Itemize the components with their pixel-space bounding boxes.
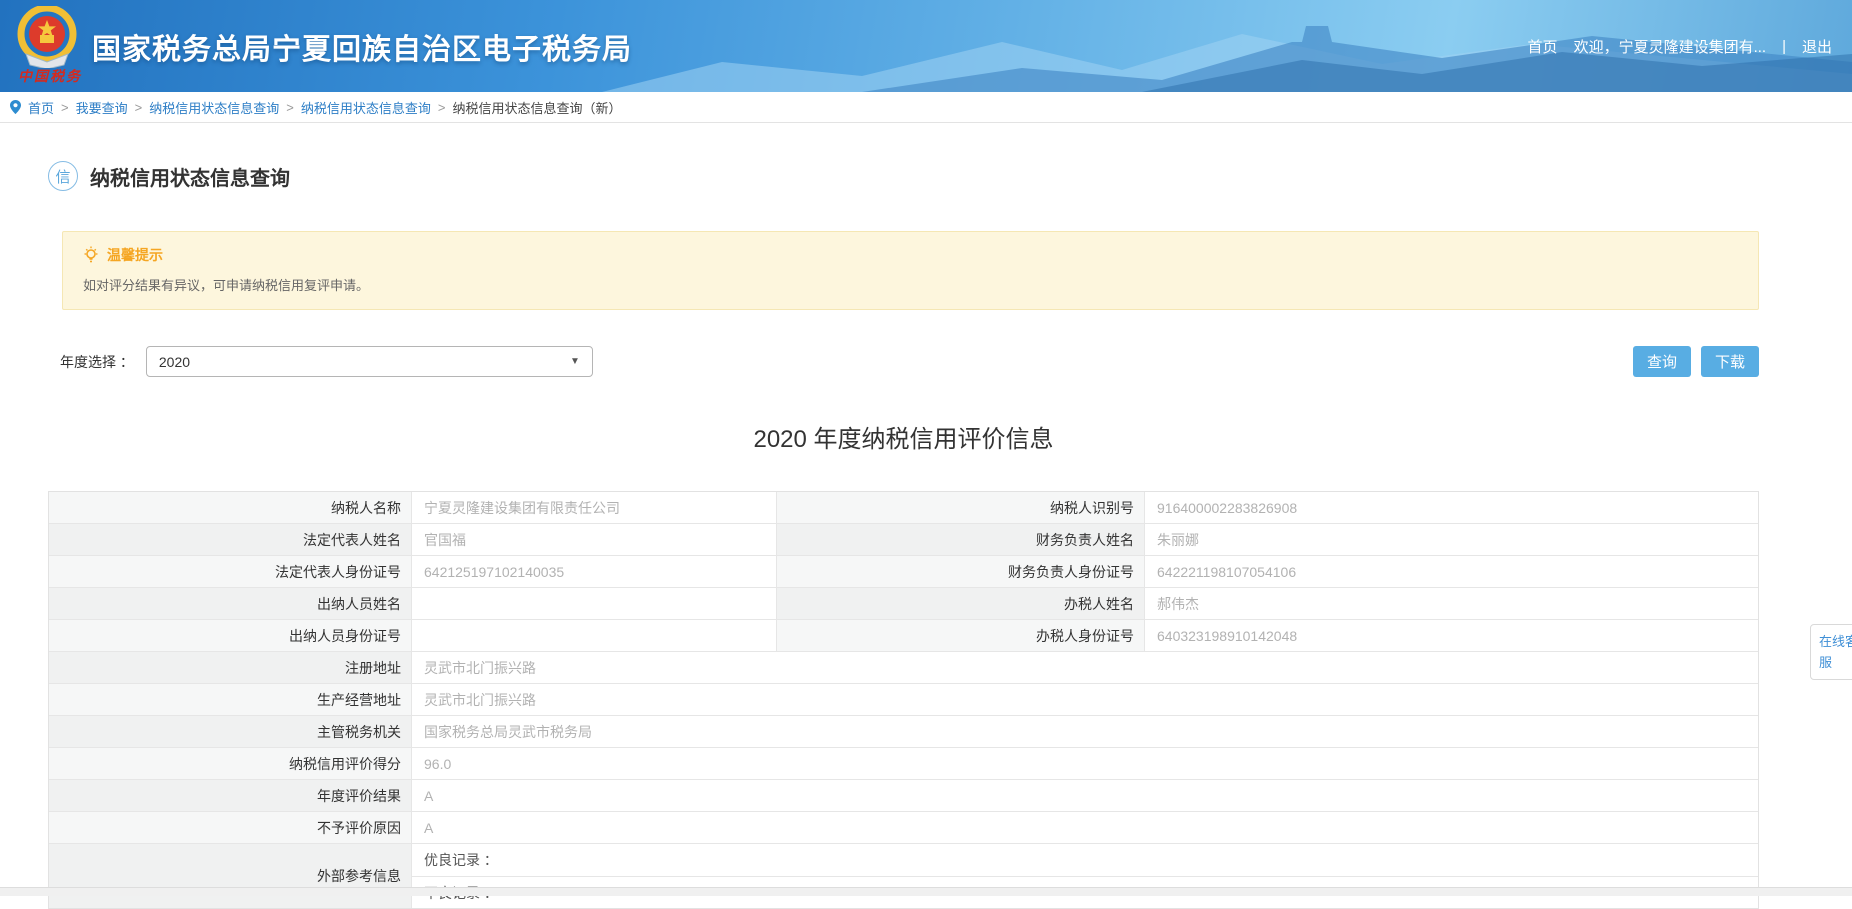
query-toolbar: 年度选择 ： 2020 ▼ 查询 下载 <box>48 346 1759 377</box>
good-record-label: 优良记录 ： <box>412 844 1758 876</box>
table-row: 出纳人员身份证号 办税人身份证号 640323198910142048 <box>49 620 1758 652</box>
row-value: 郝伟杰 <box>1145 588 1758 619</box>
row-value: A <box>412 780 1758 811</box>
page-title-row: 信 纳税信用状态信息查询 <box>48 161 1759 191</box>
row-value: 916400002283826908 <box>1145 492 1758 523</box>
tip-content: 如对评分结果有异议，可申请纳税信用复评申请。 <box>83 275 1738 294</box>
chevron-down-icon: ▼ <box>570 356 580 367</box>
breadcrumb-item-credit-2[interactable]: 纳税信用状态信息查询 <box>301 98 431 117</box>
row-value: 642125197102140035 <box>412 556 777 587</box>
nav-logout-link[interactable]: 退出 <box>1802 36 1832 57</box>
year-select-label: 年度选择 ： <box>60 352 134 372</box>
row-value: 96.0 <box>412 748 1758 779</box>
year-select-value: 2020 <box>159 354 190 370</box>
year-select-dropdown[interactable]: 2020 ▼ <box>146 346 593 377</box>
row-label: 法定代表人姓名 <box>49 524 412 555</box>
row-label: 财务负责人身份证号 <box>777 556 1145 587</box>
credit-info-table: 纳税人名称 宁夏灵隆建设集团有限责任公司 纳税人识别号 916400002283… <box>48 491 1759 909</box>
row-value: 宁夏灵隆建设集团有限责任公司 <box>412 492 777 523</box>
row-label: 注册地址 <box>49 652 412 683</box>
page-title: 纳税信用状态信息查询 <box>90 162 290 191</box>
nav-welcome-user[interactable]: 欢迎，宁夏灵隆建设集团有... <box>1574 36 1767 57</box>
table-row-external-reference: 外部参考信息 优良记录 ： 不良记录 ： <box>49 844 1758 908</box>
row-label: 生产经营地址 <box>49 684 412 715</box>
row-label: 出纳人员身份证号 <box>49 620 412 651</box>
tip-title: 温馨提示 <box>107 245 163 265</box>
location-pin-icon <box>10 100 21 114</box>
row-label: 外部参考信息 <box>49 844 412 908</box>
site-title: 国家税务总局宁夏回族自治区电子税务局 <box>92 26 632 68</box>
row-value: 国家税务总局灵武市税务局 <box>412 716 1758 747</box>
tax-bureau-logo <box>16 6 78 68</box>
breadcrumb-item-query[interactable]: 我要查询 <box>76 98 128 117</box>
breadcrumb: 首页 > 我要查询 > 纳税信用状态信息查询 > 纳税信用状态信息查询 > 纳税… <box>0 92 1852 123</box>
table-row: 出纳人员姓名 办税人姓名 郝伟杰 <box>49 588 1758 620</box>
online-service-tab[interactable]: 在线客服 <box>1810 624 1852 680</box>
row-label: 财务负责人姓名 <box>777 524 1145 555</box>
table-row: 生产经营地址 灵武市北门振兴路 <box>49 684 1758 716</box>
search-button[interactable]: 查询 <box>1633 346 1691 377</box>
table-row: 纳税人名称 宁夏灵隆建设集团有限责任公司 纳税人识别号 916400002283… <box>49 492 1758 524</box>
header-banner: 中国税务 国家税务总局宁夏回族自治区电子税务局 首页 欢迎，宁夏灵隆建设集团有.… <box>0 0 1852 92</box>
row-label: 纳税信用评价得分 <box>49 748 412 779</box>
row-value: 官国福 <box>412 524 777 555</box>
nav-divider: | <box>1782 38 1786 55</box>
breadcrumb-separator: > <box>438 100 446 115</box>
footer-strip <box>0 887 1852 896</box>
row-label: 法定代表人身份证号 <box>49 556 412 587</box>
breadcrumb-separator: > <box>61 100 69 115</box>
breadcrumb-item-credit-1[interactable]: 纳税信用状态信息查询 <box>149 98 279 117</box>
download-button[interactable]: 下载 <box>1701 346 1759 377</box>
row-label: 纳税人识别号 <box>777 492 1145 523</box>
row-label: 不予评价原因 <box>49 812 412 843</box>
row-value: 灵武市北门振兴路 <box>412 684 1758 715</box>
breadcrumb-item-home[interactable]: 首页 <box>28 98 54 117</box>
row-value: 642221198107054106 <box>1145 556 1758 587</box>
logo-caption: 中国税务 <box>18 66 82 86</box>
external-reference-values: 优良记录 ： 不良记录 ： <box>412 844 1758 908</box>
row-value: 朱丽娜 <box>1145 524 1758 555</box>
row-value: 640323198910142048 <box>1145 620 1758 651</box>
table-row: 不予评价原因 A <box>49 812 1758 844</box>
breadcrumb-separator: > <box>135 100 143 115</box>
breadcrumb-item-current: 纳税信用状态信息查询（新） <box>452 98 621 117</box>
row-value: A <box>412 812 1758 843</box>
header-nav: 首页 欢迎，宁夏灵隆建设集团有... | 退出 <box>1528 36 1832 57</box>
table-row: 注册地址 灵武市北门振兴路 <box>49 652 1758 684</box>
row-label: 办税人身份证号 <box>777 620 1145 651</box>
row-value: 灵武市北门振兴路 <box>412 652 1758 683</box>
button-group: 查询 下载 <box>1633 346 1759 377</box>
table-row: 年度评价结果 A <box>49 780 1758 812</box>
table-row: 法定代表人身份证号 642125197102140035 财务负责人身份证号 6… <box>49 556 1758 588</box>
tip-title-row: 温馨提示 <box>83 245 1738 265</box>
tip-box: 温馨提示 如对评分结果有异议，可申请纳税信用复评申请。 <box>62 231 1759 310</box>
table-row: 纳税信用评价得分 96.0 <box>49 748 1758 780</box>
table-row: 主管税务机关 国家税务总局灵武市税务局 <box>49 716 1758 748</box>
row-value <box>412 620 777 651</box>
credit-badge-icon: 信 <box>48 161 78 191</box>
breadcrumb-separator: > <box>286 100 294 115</box>
row-value <box>412 588 777 619</box>
row-label: 年度评价结果 <box>49 780 412 811</box>
nav-home-link[interactable]: 首页 <box>1528 36 1558 57</box>
row-label: 纳税人名称 <box>49 492 412 523</box>
result-table-title: 2020 年度纳税信用评价信息 <box>48 419 1759 454</box>
row-label: 出纳人员姓名 <box>49 588 412 619</box>
main-content: 信 纳税信用状态信息查询 温馨提示 如对评分结果有异议，可申请纳税信用复评申请。… <box>0 161 1759 909</box>
row-label: 主管税务机关 <box>49 716 412 747</box>
row-label: 办税人姓名 <box>777 588 1145 619</box>
lightbulb-icon <box>83 246 99 264</box>
table-row: 法定代表人姓名 官国福 财务负责人姓名 朱丽娜 <box>49 524 1758 556</box>
